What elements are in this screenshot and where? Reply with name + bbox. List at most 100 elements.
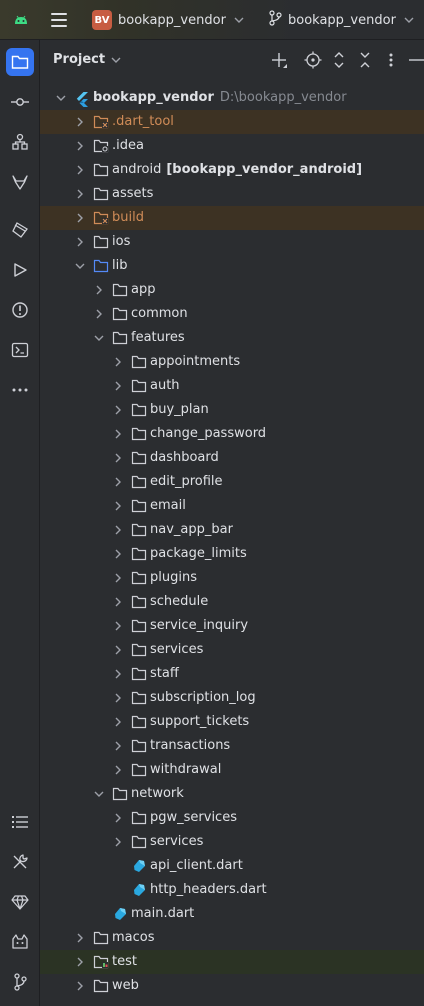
folder-row[interactable]: edit_profile xyxy=(40,470,424,494)
hide-icon[interactable] xyxy=(408,51,424,69)
structure-icon[interactable] xyxy=(6,128,34,156)
folder-row[interactable]: appointments xyxy=(40,350,424,374)
folder-row[interactable]: lib xyxy=(40,254,424,278)
chevron-down-icon[interactable] xyxy=(93,332,105,344)
folder-row[interactable]: withdrawal xyxy=(40,758,424,782)
file-row[interactable]: api_client.dart xyxy=(40,854,424,878)
folder-row[interactable]: features xyxy=(40,326,424,350)
folder-row[interactable]: change_password xyxy=(40,422,424,446)
panel-title-dropdown[interactable]: Project xyxy=(53,52,121,67)
todo-icon[interactable] xyxy=(6,808,34,836)
more-icon[interactable] xyxy=(6,376,34,404)
problems-icon[interactable] xyxy=(6,296,34,324)
folder-row[interactable]: .idea xyxy=(40,134,424,158)
project-switcher[interactable]: BV bookapp_vendor xyxy=(92,8,244,32)
git-branch-icon[interactable] xyxy=(6,968,34,996)
commit-icon[interactable] xyxy=(6,88,34,116)
cat-icon[interactable] xyxy=(6,928,34,956)
options-menu-icon[interactable] xyxy=(382,51,400,69)
folder-row[interactable]: services xyxy=(40,830,424,854)
bookmarks-icon[interactable] xyxy=(6,216,34,244)
chevron-down-icon[interactable] xyxy=(74,260,86,272)
folder-row[interactable]: email xyxy=(40,494,424,518)
folder-icon xyxy=(131,547,147,561)
folder-row[interactable]: auth xyxy=(40,374,424,398)
main-menu-button[interactable] xyxy=(50,11,68,29)
chevron-right-icon[interactable] xyxy=(74,236,86,248)
folder-row[interactable]: transactions xyxy=(40,734,424,758)
collapse-all-icon[interactable] xyxy=(356,51,374,69)
folder-row[interactable]: test xyxy=(40,950,424,974)
branch-switcher[interactable]: bookapp_vendor xyxy=(268,8,414,32)
folder-row[interactable]: services xyxy=(40,638,424,662)
chevron-right-icon[interactable] xyxy=(74,212,86,224)
file-row[interactable]: http_headers.dart xyxy=(40,878,424,902)
folder-row[interactable]: service_inquiry xyxy=(40,614,424,638)
folder-icon xyxy=(131,499,147,513)
folder-row[interactable]: app xyxy=(40,278,424,302)
tree-root[interactable]: bookapp_vendor D:\bookapp_vendor xyxy=(40,86,424,110)
chevron-right-icon[interactable] xyxy=(112,692,124,704)
folder-row[interactable]: nav_app_bar xyxy=(40,518,424,542)
chevron-right-icon[interactable] xyxy=(112,716,124,728)
chevron-down-icon[interactable] xyxy=(55,92,67,104)
chevron-right-icon[interactable] xyxy=(112,524,124,536)
chevron-right-icon[interactable] xyxy=(74,164,86,176)
folder-row[interactable]: package_limits xyxy=(40,542,424,566)
chevron-right-icon[interactable] xyxy=(112,812,124,824)
folder-row[interactable]: dashboard xyxy=(40,446,424,470)
folder-row[interactable]: network xyxy=(40,782,424,806)
chevron-right-icon[interactable] xyxy=(112,380,124,392)
terminal-icon[interactable] xyxy=(6,336,34,364)
chevron-right-icon[interactable] xyxy=(112,620,124,632)
build-tools-icon[interactable] xyxy=(6,848,34,876)
chevron-right-icon[interactable] xyxy=(74,956,86,968)
folder-row[interactable]: support_tickets xyxy=(40,710,424,734)
chevron-right-icon[interactable] xyxy=(74,932,86,944)
project-folder-icon[interactable] xyxy=(6,48,34,76)
chevron-right-icon[interactable] xyxy=(112,500,124,512)
chevron-right-icon[interactable] xyxy=(112,548,124,560)
file-row[interactable]: main.dart xyxy=(40,902,424,926)
chevron-right-icon[interactable] xyxy=(112,668,124,680)
chevron-right-icon[interactable] xyxy=(112,404,124,416)
folder-row[interactable]: plugins xyxy=(40,566,424,590)
locate-icon[interactable] xyxy=(304,51,322,69)
chevron-right-icon[interactable] xyxy=(112,476,124,488)
expand-all-icon[interactable] xyxy=(330,51,348,69)
folder-row[interactable]: macos xyxy=(40,926,424,950)
folder-row[interactable]: staff xyxy=(40,662,424,686)
folder-row[interactable]: ios xyxy=(40,230,424,254)
folder-row[interactable]: web xyxy=(40,974,424,998)
chevron-right-icon[interactable] xyxy=(74,140,86,152)
folder-row[interactable]: build xyxy=(40,206,424,230)
gitlab-icon[interactable] xyxy=(6,168,34,196)
run-icon[interactable] xyxy=(6,256,34,284)
add-icon[interactable] xyxy=(270,51,288,69)
folder-row[interactable]: subscription_log xyxy=(40,686,424,710)
chevron-down-icon[interactable] xyxy=(93,788,105,800)
folder-row[interactable]: android [bookapp_vendor_android] xyxy=(40,158,424,182)
chevron-right-icon[interactable] xyxy=(112,452,124,464)
chevron-right-icon[interactable] xyxy=(112,836,124,848)
chevron-right-icon[interactable] xyxy=(112,644,124,656)
chevron-right-icon[interactable] xyxy=(74,116,86,128)
folder-row[interactable]: .dart_tool xyxy=(40,110,424,134)
folder-row[interactable]: common xyxy=(40,302,424,326)
folder-row[interactable]: pgw_services xyxy=(40,806,424,830)
chevron-right-icon[interactable] xyxy=(112,764,124,776)
folder-row[interactable]: schedule xyxy=(40,590,424,614)
chevron-right-icon[interactable] xyxy=(112,428,124,440)
tree-item-label: nav_app_bar xyxy=(150,522,233,537)
chevron-right-icon[interactable] xyxy=(93,284,105,296)
folder-row[interactable]: buy_plan xyxy=(40,398,424,422)
gem-icon[interactable] xyxy=(6,888,34,916)
chevron-right-icon[interactable] xyxy=(74,188,86,200)
folder-row[interactable]: assets xyxy=(40,182,424,206)
chevron-right-icon[interactable] xyxy=(112,572,124,584)
chevron-right-icon[interactable] xyxy=(112,740,124,752)
chevron-right-icon[interactable] xyxy=(112,356,124,368)
chevron-right-icon[interactable] xyxy=(112,596,124,608)
chevron-right-icon[interactable] xyxy=(74,980,86,992)
chevron-right-icon[interactable] xyxy=(93,308,105,320)
